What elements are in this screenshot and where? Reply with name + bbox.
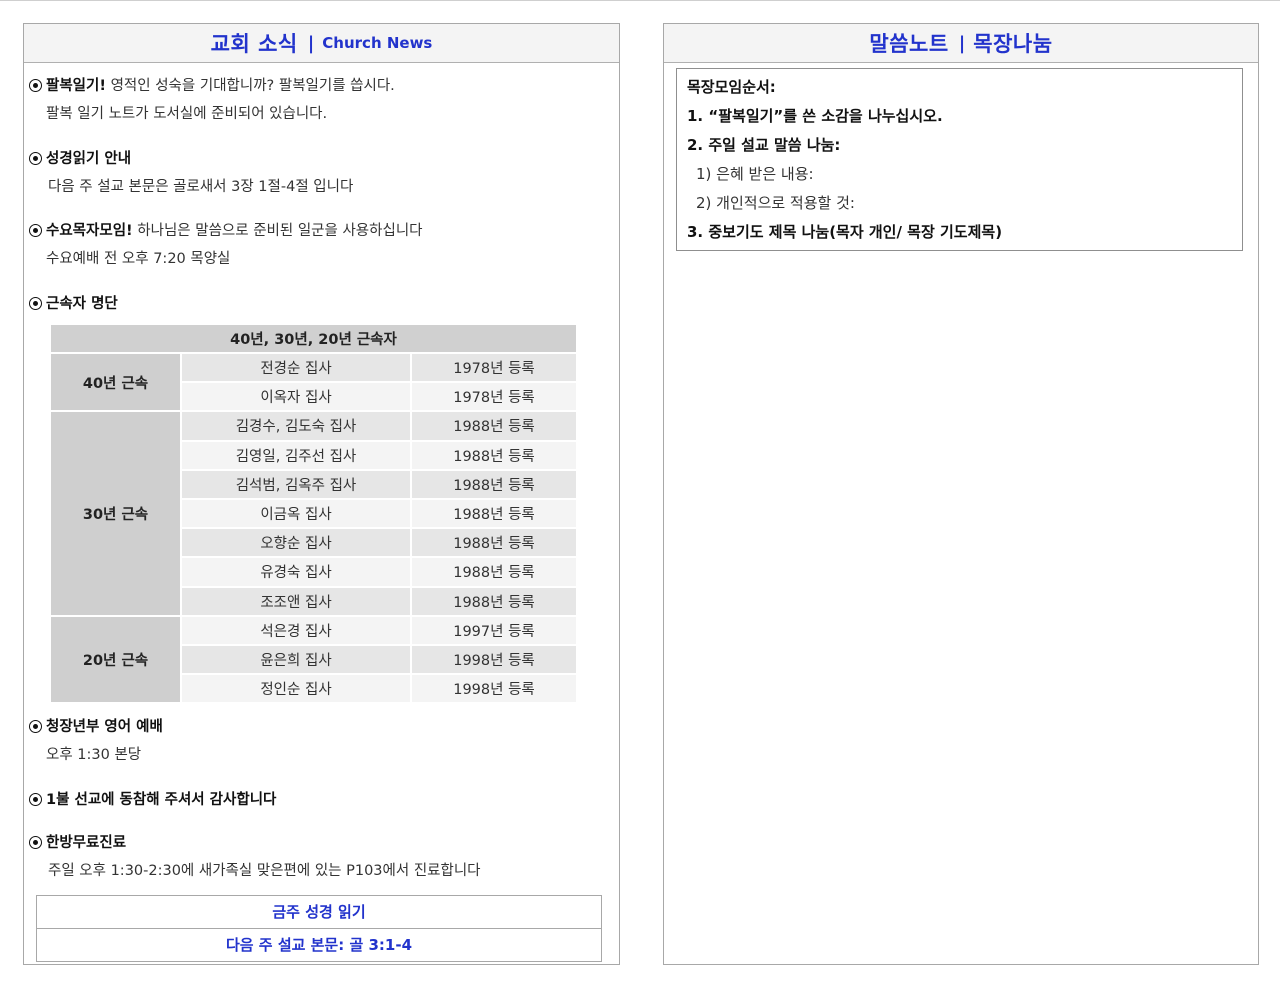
cell-sharing-title: 목장나눔 xyxy=(973,32,1053,56)
top-rule xyxy=(0,0,1280,1)
notice-detail: 다음 주 설교 본문은 골로새서 3장 1절-4절 입니다 xyxy=(48,179,354,195)
sermon-note-title: 말씀노트 xyxy=(869,32,949,56)
member-name: 유경숙 집사 xyxy=(182,558,410,586)
member-name: 김석범, 김옥주 집사 xyxy=(182,470,410,498)
sermon-note-header: 말씀노트 | 목장나눔 xyxy=(664,24,1258,63)
notice-title: 청장년부 영어 예배 xyxy=(46,719,163,735)
register-year: 1988년 등록 xyxy=(412,558,576,586)
register-year: 1978년 등록 xyxy=(412,354,576,382)
notice-title: 근속자 명단 xyxy=(46,296,118,312)
member-name: 김경수, 김도숙 집사 xyxy=(182,412,410,440)
group-label: 30년 근속 xyxy=(51,412,180,615)
bullet-icon xyxy=(29,79,42,92)
next-sermon-text: 다음 주 설교 본문: 골 3:1-4 xyxy=(37,928,601,961)
notice-title: 한방무료진료 xyxy=(46,835,127,851)
member-name: 이옥자 집사 xyxy=(182,383,410,411)
notice-desc: 하나님은 말씀으로 준비된 일군을 사용하십니다 xyxy=(132,223,423,239)
notice-detail: 수요예배 전 오후 7:20 목양실 xyxy=(46,251,231,267)
notice-title: 1불 선교에 동참해 주셔서 감사합니다 xyxy=(46,792,277,808)
church-news-title-en: Church News xyxy=(322,34,433,52)
notice-free-clinic: 한방무료진료 주일 오후 1:30-2:30에 새가족실 맞은편에 있는 P10… xyxy=(29,832,614,882)
long-service-table: 40년, 30년, 20년 근속자 40년 근속 전경순 집사 1978년 등록… xyxy=(49,323,578,704)
notice-title: 수요목자모임! xyxy=(46,223,133,239)
bullet-icon xyxy=(29,720,42,733)
agenda-item: 3. 중보기도 제목 나눔(목자 개인/ 목장 기도제목) xyxy=(687,223,1003,241)
title-separator: | xyxy=(958,32,966,54)
notice-detail: 주일 오후 1:30-2:30에 새가족실 맞은편에 있는 P103에서 진료합… xyxy=(48,863,481,879)
agenda-subitem: 2) 개인적으로 적용할 것: xyxy=(696,194,855,212)
register-year: 1998년 등록 xyxy=(412,675,576,703)
bullet-icon xyxy=(29,793,42,806)
notice-english-service: 청장년부 영어 예배 오후 1:30 본당 xyxy=(29,716,614,766)
agenda-item: 2. 주일 설교 말씀 나눔: xyxy=(687,136,841,154)
notice-desc: 영적인 성숙을 기대합니까? 팔복일기를 씁시다. xyxy=(105,78,395,94)
church-news-header: 교회 소식 | Church News xyxy=(24,24,619,63)
member-name: 석은경 집사 xyxy=(182,616,410,644)
notice-long-service: 근속자 명단 xyxy=(29,293,614,315)
register-year: 1988년 등록 xyxy=(412,412,576,440)
notice-detail: 팔복 일기 노트가 도서실에 준비되어 있습니다. xyxy=(46,106,328,122)
member-name: 오향순 집사 xyxy=(182,529,410,557)
register-year: 1978년 등록 xyxy=(412,383,576,411)
bullet-icon xyxy=(29,224,42,237)
bullet-icon xyxy=(29,152,42,165)
group-label: 20년 근속 xyxy=(51,616,180,703)
member-name: 조조앤 집사 xyxy=(182,587,410,615)
sermon-note-panel: 말씀노트 | 목장나눔 목장모임순서: 1. “팔복일기”를 쓴 소감을 나누십… xyxy=(663,23,1259,965)
notice-one-dollar-mission: 1불 선교에 동참해 주셔서 감사합니다 xyxy=(29,789,614,811)
agenda-heading: 목장모임순서: xyxy=(687,78,776,96)
agenda-subitem: 1) 은혜 받은 내용: xyxy=(696,165,814,183)
cell-meeting-agenda: 목장모임순서: 1. “팔복일기”를 쓴 소감을 나누십시오. 2. 주일 설교… xyxy=(676,68,1243,251)
register-year: 1997년 등록 xyxy=(412,616,576,644)
register-year: 1988년 등록 xyxy=(412,499,576,528)
bullet-icon xyxy=(29,836,42,849)
table-row: 40년 근속 전경순 집사 1978년 등록 xyxy=(51,354,576,411)
register-year: 1988년 등록 xyxy=(412,441,576,469)
member-name: 정인순 집사 xyxy=(182,675,410,703)
register-year: 1988년 등록 xyxy=(412,587,576,615)
register-year: 1988년 등록 xyxy=(412,470,576,498)
notice-detail: 오후 1:30 본당 xyxy=(46,747,142,763)
notice-bible-reading: 성경읽기 안내 다음 주 설교 본문은 골로새서 3장 1절-4절 입니다 xyxy=(29,148,614,198)
church-news-panel: 교회 소식 | Church News 팔복일기! 영적인 성숙을 기대합니까?… xyxy=(23,23,620,965)
weekly-bible-box: 금주 성경 읽기 다음 주 설교 본문: 골 3:1-4 xyxy=(36,895,602,962)
register-year: 1998년 등록 xyxy=(412,645,576,674)
notice-wednesday-shepherds: 수요목자모임! 하나님은 말씀으로 준비된 일군을 사용하십니다 수요예배 전 … xyxy=(29,220,614,270)
member-name: 이금옥 집사 xyxy=(182,499,410,528)
group-label: 40년 근속 xyxy=(51,354,180,411)
member-name: 전경순 집사 xyxy=(182,354,410,382)
table-row: 30년 근속 김경수, 김도숙 집사 1988년 등록 xyxy=(51,412,576,615)
weekly-bible-title: 금주 성경 읽기 xyxy=(272,903,366,921)
notice-title: 성경읽기 안내 xyxy=(46,151,132,167)
table-row: 20년 근속 석은경 집사 1997년 등록 xyxy=(51,616,576,703)
register-year: 1988년 등록 xyxy=(412,529,576,557)
member-name: 윤은희 집사 xyxy=(182,645,410,674)
notice-beatitude-diary: 팔복일기! 영적인 성숙을 기대합니까? 팔복일기를 씁시다. 팔복 일기 노트… xyxy=(29,75,614,125)
church-news-title-ko: 교회 소식 xyxy=(210,32,298,56)
title-separator: | xyxy=(307,32,315,54)
table-header: 40년, 30년, 20년 근속자 xyxy=(51,325,576,352)
agenda-item: 1. “팔복일기”를 쓴 소감을 나누십시오. xyxy=(687,107,943,125)
bullet-icon xyxy=(29,297,42,310)
member-name: 김영일, 김주선 집사 xyxy=(182,441,410,469)
notice-title: 팔복일기! xyxy=(46,78,106,94)
